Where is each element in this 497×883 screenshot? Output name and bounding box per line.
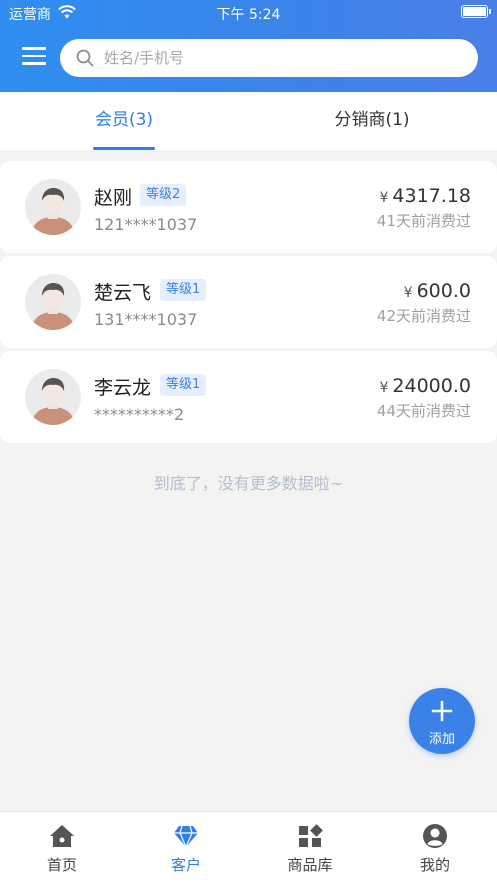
level-badge: 等级1 <box>160 279 207 301</box>
tabbar-label: 客户 <box>170 856 201 874</box>
last-purchase: 41天前消费过 <box>376 212 471 230</box>
person-avatar-icon <box>25 369 81 425</box>
search-bar[interactable] <box>60 39 478 77</box>
clock: 下午 5:24 <box>216 7 281 23</box>
search-input[interactable] <box>104 39 464 77</box>
user-icon <box>423 824 447 848</box>
add-button-label: 添加 <box>428 732 455 747</box>
member-amount: ¥600.0 <box>404 280 471 302</box>
member-amount: ¥4317.18 <box>380 185 472 207</box>
home-icon <box>50 825 74 847</box>
member-card[interactable]: 李云龙 等级1 **********2 ¥24000.0 44天前消费过 <box>0 351 497 443</box>
last-purchase: 42天前消费过 <box>376 307 471 325</box>
member-phone: 121****1037 <box>94 215 198 234</box>
tabbar-label: 我的 <box>419 856 450 874</box>
member-phone: **********2 <box>94 405 185 424</box>
battery-icon <box>461 5 491 18</box>
tabbar-label: 首页 <box>46 856 77 874</box>
level-badge: 等级2 <box>140 184 187 206</box>
menu-icon[interactable] <box>22 47 46 67</box>
tabbar-item-home[interactable]: 首页 <box>0 812 124 883</box>
tab-distributors[interactable]: 分销商(1) <box>248 92 496 150</box>
member-phone: 131****1037 <box>94 310 198 329</box>
tab-members[interactable]: 会员(3) <box>0 92 248 150</box>
tabbar-item-products[interactable]: 商品库 <box>248 812 372 883</box>
grid-icon <box>299 824 323 847</box>
tabbar-item-me[interactable]: 我的 <box>373 812 497 883</box>
level-badge: 等级1 <box>160 374 207 396</box>
diamond-icon <box>174 825 198 849</box>
person-avatar-icon <box>25 274 81 330</box>
tab-distributors-label: 分销商(1) <box>334 110 410 130</box>
avatar <box>25 369 81 425</box>
avatar <box>25 179 81 235</box>
currency-symbol: ¥ <box>379 380 389 396</box>
member-card[interactable]: 赵刚 等级2 121****1037 ¥4317.18 41天前消费过 <box>0 161 497 253</box>
tab-bar: 会员(3) 分销商(1) <box>0 92 497 150</box>
member-name: 楚云飞 <box>94 282 152 304</box>
plus-icon <box>431 700 453 722</box>
member-name: 李云龙 <box>94 377 152 399</box>
app-header: 运营商 下午 5:24 <box>0 0 497 92</box>
bottom-tab-bar: 首页 客户 商品库 我的 <box>0 811 497 883</box>
tabbar-label: 商品库 <box>287 856 333 874</box>
member-card[interactable]: 楚云飞 等级1 131****1037 ¥600.0 42天前消费过 <box>0 256 497 348</box>
currency-symbol: ¥ <box>403 285 413 301</box>
amount-value: 4317.18 <box>392 185 471 207</box>
status-bar: 运营商 下午 5:24 <box>0 0 497 26</box>
amount-value: 600.0 <box>416 280 471 302</box>
last-purchase: 44天前消费过 <box>376 402 471 420</box>
add-button[interactable]: 添加 <box>409 688 475 754</box>
member-amount: ¥24000.0 <box>380 375 472 397</box>
member-name: 赵刚 <box>94 187 133 209</box>
search-icon <box>76 49 94 67</box>
avatar <box>25 274 81 330</box>
tab-members-label: 会员(3) <box>94 110 154 130</box>
list-end-message: 到底了，没有更多数据啦~ <box>153 474 344 493</box>
tab-active-indicator <box>93 147 155 150</box>
tabbar-item-customers[interactable]: 客户 <box>124 812 248 883</box>
amount-value: 24000.0 <box>392 375 471 397</box>
person-avatar-icon <box>25 179 81 235</box>
currency-symbol: ¥ <box>379 190 389 206</box>
